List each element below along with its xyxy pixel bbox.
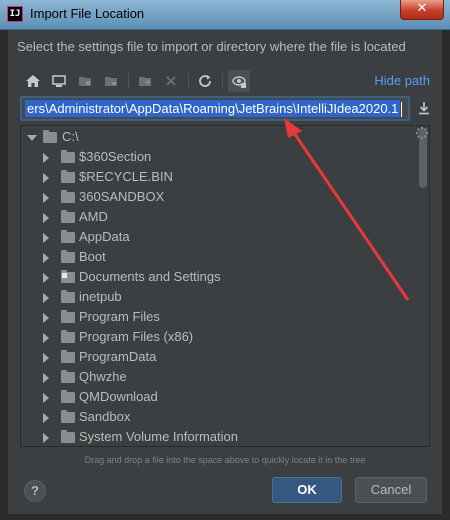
- file-chooser-toolbar: Hide path: [22, 68, 432, 94]
- tree-row-label: Boot: [79, 249, 106, 264]
- folder-icon: [61, 370, 75, 383]
- tree-root-row[interactable]: C:\: [21, 128, 416, 148]
- chevron-right-icon[interactable]: [43, 253, 49, 263]
- delete-icon[interactable]: [160, 70, 182, 92]
- chevron-right-icon[interactable]: [43, 293, 49, 303]
- folder-icon: [61, 290, 75, 303]
- module-icon[interactable]: [100, 70, 122, 92]
- tree-row[interactable]: AMD: [21, 208, 416, 228]
- tree-row[interactable]: ProgramData: [21, 348, 416, 368]
- tree-row-label: $RECYCLE.BIN: [79, 169, 173, 184]
- tree-row[interactable]: AppData: [21, 228, 416, 248]
- tree-row[interactable]: Boot: [21, 248, 416, 268]
- chevron-right-icon[interactable]: [43, 333, 49, 343]
- tree-row[interactable]: inetpub: [21, 288, 416, 308]
- tree-row-label: Documents and Settings: [79, 269, 221, 284]
- chevron-right-icon[interactable]: [43, 153, 49, 163]
- chevron-right-icon[interactable]: [43, 433, 49, 443]
- window-title: Import File Location: [30, 6, 145, 21]
- tree-row[interactable]: System Volume Information: [21, 428, 416, 446]
- folder-icon: [61, 430, 75, 443]
- folder-icon: [61, 350, 75, 363]
- tree-row[interactable]: Program Files: [21, 308, 416, 328]
- tree-row-label: System Volume Information: [79, 429, 238, 444]
- show-hidden-icon[interactable]: [228, 70, 250, 92]
- close-button[interactable]: ✕: [400, 0, 444, 20]
- folder-icon: [61, 170, 75, 183]
- tree-row[interactable]: Documents and Settings: [21, 268, 416, 288]
- tree-row[interactable]: QMDownload: [21, 388, 416, 408]
- folder-icon: [61, 250, 75, 263]
- project-icon[interactable]: [74, 70, 96, 92]
- chevron-right-icon[interactable]: [43, 393, 49, 403]
- chevron-right-icon[interactable]: [43, 353, 49, 363]
- cancel-button[interactable]: Cancel: [355, 477, 427, 503]
- folder-icon: [61, 330, 75, 343]
- ok-button[interactable]: OK: [272, 477, 342, 503]
- help-button[interactable]: ?: [24, 480, 46, 502]
- file-tree[interactable]: C:\ $360Section $RECYCLE.BIN 360SANDBOX AMD…: [20, 125, 430, 447]
- title-bar: IJ Import File Location ✕: [0, 0, 450, 30]
- toolbar-separator: [222, 73, 223, 89]
- tree-row-label: Sandbox: [79, 409, 131, 424]
- path-row: ers\Administrator\AppData\Roaming\JetBra…: [20, 96, 434, 122]
- chevron-right-icon[interactable]: [43, 373, 49, 383]
- tree-row-label: inetpub: [79, 289, 122, 304]
- folder-icon: [61, 150, 75, 163]
- tree-row-label: Qhwzhe: [79, 369, 127, 384]
- intellij-app-icon: IJ: [7, 6, 23, 22]
- chevron-right-icon[interactable]: [43, 193, 49, 203]
- tree-row-label: AppData: [79, 229, 130, 244]
- tree-row[interactable]: Qhwzhe: [21, 368, 416, 388]
- tree-row[interactable]: Program Files (x86): [21, 328, 416, 348]
- loading-spinner-icon: [415, 126, 429, 140]
- chevron-right-icon[interactable]: [43, 233, 49, 243]
- tree-row-label: $360Section: [79, 149, 152, 164]
- tree-row-label: AMD: [79, 209, 108, 224]
- folder-icon: [61, 210, 75, 223]
- chevron-right-icon[interactable]: [43, 273, 49, 283]
- path-input[interactable]: ers\Administrator\AppData\Roaming\JetBra…: [20, 96, 410, 121]
- folder-link-icon: [61, 270, 75, 283]
- tree-row-label: ProgramData: [79, 349, 157, 364]
- tree-row[interactable]: $RECYCLE.BIN: [21, 168, 416, 188]
- drag-drop-hint: Drag and drop a file into the space abov…: [84, 455, 366, 465]
- chevron-right-icon[interactable]: [43, 413, 49, 423]
- refresh-icon[interactable]: [194, 70, 216, 92]
- tree-row-label: Program Files (x86): [79, 329, 194, 344]
- instruction-text: Select the settings file to import or di…: [17, 39, 406, 54]
- folder-icon: [61, 390, 75, 403]
- tree-row[interactable]: $360Section: [21, 148, 416, 168]
- tree-row-label: 360SANDBOX: [79, 189, 165, 204]
- chevron-right-icon[interactable]: [43, 313, 49, 323]
- toolbar-separator: [128, 73, 129, 89]
- folder-icon: [61, 190, 75, 203]
- folder-icon: [61, 310, 75, 323]
- new-folder-icon[interactable]: [134, 70, 156, 92]
- tree-row-label: Program Files: [79, 309, 160, 324]
- download-icon[interactable]: [416, 100, 432, 116]
- folder-icon: [43, 130, 57, 143]
- tree-row[interactable]: Sandbox: [21, 408, 416, 428]
- path-input-value: ers\Administrator\AppData\Roaming\JetBra…: [25, 100, 401, 117]
- tree-row-label: QMDownload: [79, 389, 158, 404]
- chevron-right-icon[interactable]: [43, 213, 49, 223]
- home-icon[interactable]: [22, 70, 44, 92]
- hide-path-link[interactable]: Hide path: [374, 73, 430, 88]
- text-caret: [401, 102, 402, 117]
- folder-icon: [61, 230, 75, 243]
- tree-root-label: C:\: [62, 129, 79, 144]
- folder-icon: [61, 410, 75, 423]
- chevron-right-icon[interactable]: [43, 173, 49, 183]
- chevron-down-icon[interactable]: [27, 135, 37, 141]
- toolbar-separator: [188, 73, 189, 89]
- desktop-icon[interactable]: [48, 70, 70, 92]
- tree-row[interactable]: 360SANDBOX: [21, 188, 416, 208]
